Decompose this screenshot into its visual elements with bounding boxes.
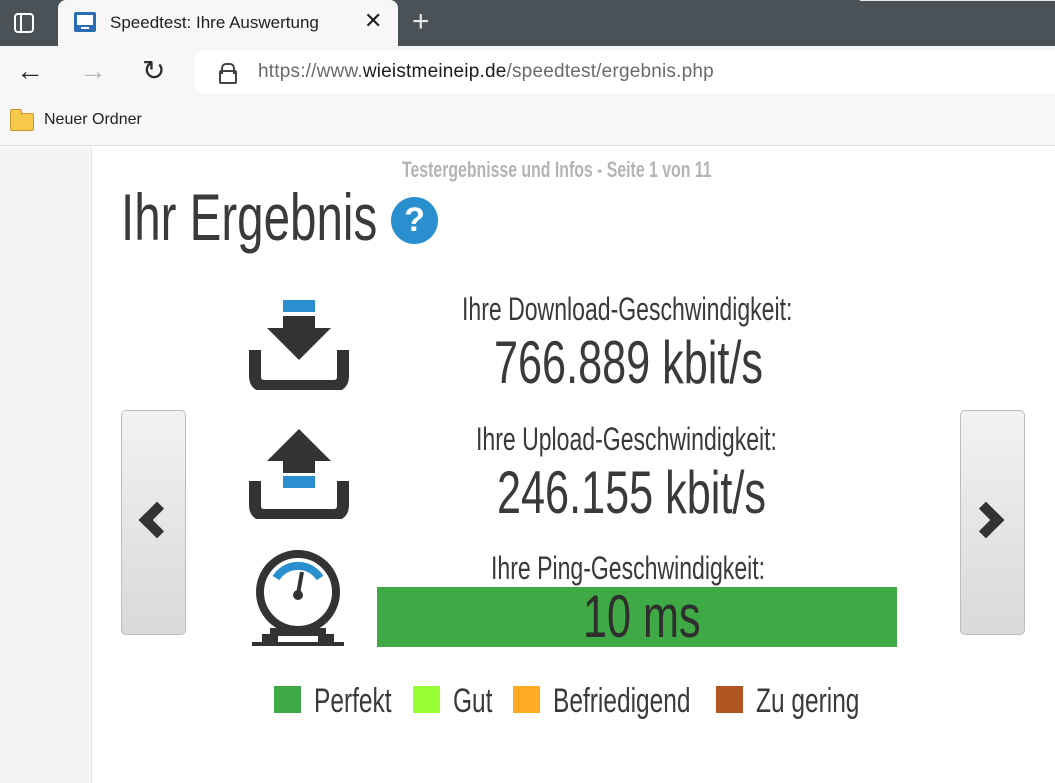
- legend-swatch-gut: [413, 686, 440, 713]
- next-page-button[interactable]: [960, 410, 1025, 635]
- ping-value: 10 ms: [583, 583, 701, 650]
- url-text: https://www.wieistmeineip.de/speedtest/e…: [258, 61, 714, 82]
- legend-swatch-befriedigend: [513, 686, 540, 713]
- download-value: 766.889 kbit/s: [494, 329, 763, 396]
- forward-icon[interactable]: →: [79, 56, 107, 86]
- ping-result-bar: 10 ms: [377, 583, 897, 650]
- upload-label: Ihre Upload-Geschwindigkeit:: [476, 421, 777, 457]
- bookmark-folder[interactable]: Neuer Ordner: [44, 111, 142, 129]
- legend-swatch-zu-gering: [716, 686, 743, 713]
- legend-label-gut: Gut: [453, 682, 493, 720]
- close-tab-icon[interactable]: ✕: [364, 10, 382, 32]
- chevron-left-icon: [138, 501, 176, 539]
- download-icon: [249, 300, 349, 390]
- download-label: Ihre Download-Geschwindigkeit:: [462, 291, 793, 327]
- chevron-right-icon: [967, 501, 1005, 539]
- legend-swatch-perfekt: [274, 686, 301, 713]
- legend-label-zu-gering: Zu gering: [756, 682, 860, 720]
- left-gutter: [0, 147, 92, 783]
- upload-icon: [249, 429, 349, 519]
- previous-page-button[interactable]: [121, 410, 186, 635]
- page-info: Testergebnisse und Infos - Seite 1 von 1…: [402, 157, 712, 182]
- legend-label-befriedigend: Befriedigend: [553, 682, 691, 720]
- legend-label-perfekt: Perfekt: [314, 682, 392, 720]
- new-tab-icon[interactable]: +: [412, 7, 430, 37]
- browser-toolbar: ← → ↻ https://www.wieistmeineip.de/speed…: [0, 46, 1055, 101]
- help-icon[interactable]: ?: [391, 197, 438, 244]
- tab-actions-icon[interactable]: [14, 13, 34, 33]
- bookmarks-bar: Neuer Ordner: [0, 101, 1055, 146]
- tab-title: Speedtest: Ihre Auswertung: [110, 13, 319, 32]
- folder-icon: [10, 109, 34, 131]
- tab-bar: Speedtest: Ihre Auswertung ✕ +: [0, 0, 1055, 46]
- monitor-favicon-icon: [74, 12, 96, 32]
- address-bar[interactable]: https://www.wieistmeineip.de/speedtest/e…: [195, 51, 1055, 93]
- upload-value: 246.155 kbit/s: [497, 459, 766, 526]
- ping-label: Ihre Ping-Geschwindigkeit:: [491, 550, 766, 586]
- page-title: Ihr Ergebnis: [121, 180, 378, 254]
- speedometer-icon: [252, 550, 344, 646]
- lock-icon[interactable]: [219, 63, 237, 84]
- active-tab[interactable]: Speedtest: Ihre Auswertung ✕: [58, 0, 398, 46]
- back-icon[interactable]: ←: [16, 56, 44, 86]
- reload-icon[interactable]: ↻: [142, 56, 165, 86]
- page-content: Testergebnisse und Infos - Seite 1 von 1…: [0, 147, 1055, 783]
